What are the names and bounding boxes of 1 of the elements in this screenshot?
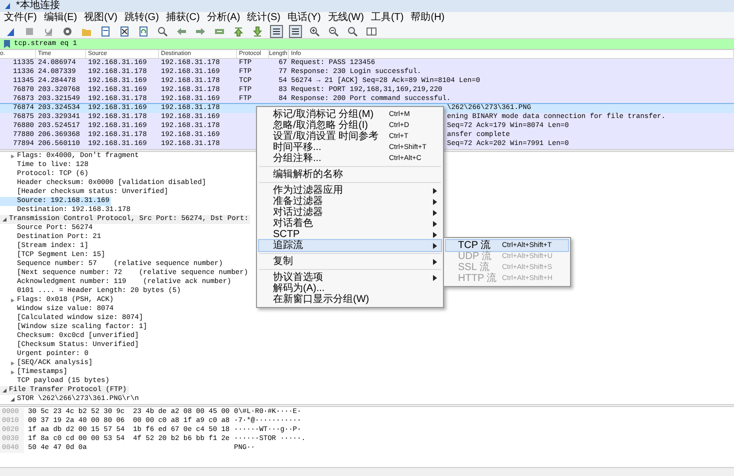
window-title: *本地连接 (16, 0, 60, 12)
